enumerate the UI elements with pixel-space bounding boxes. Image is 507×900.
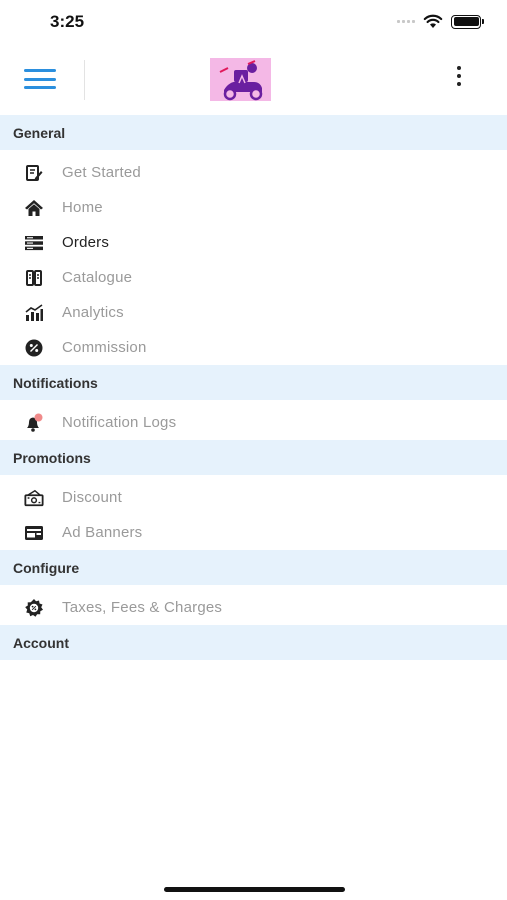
notification-bell-icon (0, 413, 62, 433)
hamburger-menu-icon[interactable] (24, 66, 56, 92)
taxes-gear-icon (0, 598, 62, 618)
menu-item-label: Analytics (62, 304, 124, 321)
status-time: 3:25 (50, 12, 85, 31)
menu-item-analytics[interactable]: Analytics (0, 295, 507, 330)
ad-banner-icon (0, 523, 62, 543)
section-header-promotions: Promotions (0, 440, 507, 475)
section-header-account: Account (0, 625, 507, 660)
analytics-icon (0, 303, 62, 323)
section-header-configure: Configure (0, 550, 507, 585)
menu-item-taxes-fees-charges[interactable]: Taxes, Fees & Charges (0, 590, 507, 625)
menu-item-discount[interactable]: Discount (0, 480, 507, 515)
menu-item-label: Get Started (62, 164, 141, 181)
more-vertical-icon[interactable] (455, 66, 463, 86)
menu-item-catalogue[interactable]: Catalogue (0, 260, 507, 295)
menu-item-get-started[interactable]: Get Started (0, 155, 507, 190)
section-header-general: General (0, 115, 507, 150)
commission-icon (0, 338, 62, 358)
menu-item-label: Discount (62, 489, 122, 506)
delivery-scooter-logo (210, 58, 271, 101)
menu-item-label: Ad Banners (62, 524, 143, 541)
menu-item-label: Orders (62, 234, 110, 251)
section-header-notifications: Notifications (0, 365, 507, 400)
status-icons (397, 14, 484, 29)
menu-item-label: Home (62, 199, 103, 216)
battery-icon (451, 14, 484, 29)
header-divider (84, 60, 85, 100)
home-icon (0, 198, 62, 218)
status-bar: 3:25 (0, 0, 507, 46)
navigation-menu: General Get Started Home Orders Catalogu… (0, 115, 507, 660)
menu-item-label: Notification Logs (62, 414, 177, 431)
app-header (0, 46, 507, 114)
discount-icon (0, 488, 62, 508)
wifi-icon (423, 14, 443, 28)
menu-item-home[interactable]: Home (0, 190, 507, 225)
menu-item-notification-logs[interactable]: Notification Logs (0, 405, 507, 440)
cellular-signal-icon (397, 20, 415, 23)
menu-item-ad-banners[interactable]: Ad Banners (0, 515, 507, 550)
menu-item-label: Commission (62, 339, 147, 356)
menu-item-orders[interactable]: Orders (0, 225, 507, 260)
menu-item-commission[interactable]: Commission (0, 330, 507, 365)
menu-item-label: Catalogue (62, 269, 133, 286)
catalogue-icon (0, 268, 62, 288)
orders-icon (0, 233, 62, 253)
get-started-icon (0, 163, 62, 183)
home-indicator[interactable] (164, 887, 345, 892)
menu-item-label: Taxes, Fees & Charges (62, 599, 223, 616)
